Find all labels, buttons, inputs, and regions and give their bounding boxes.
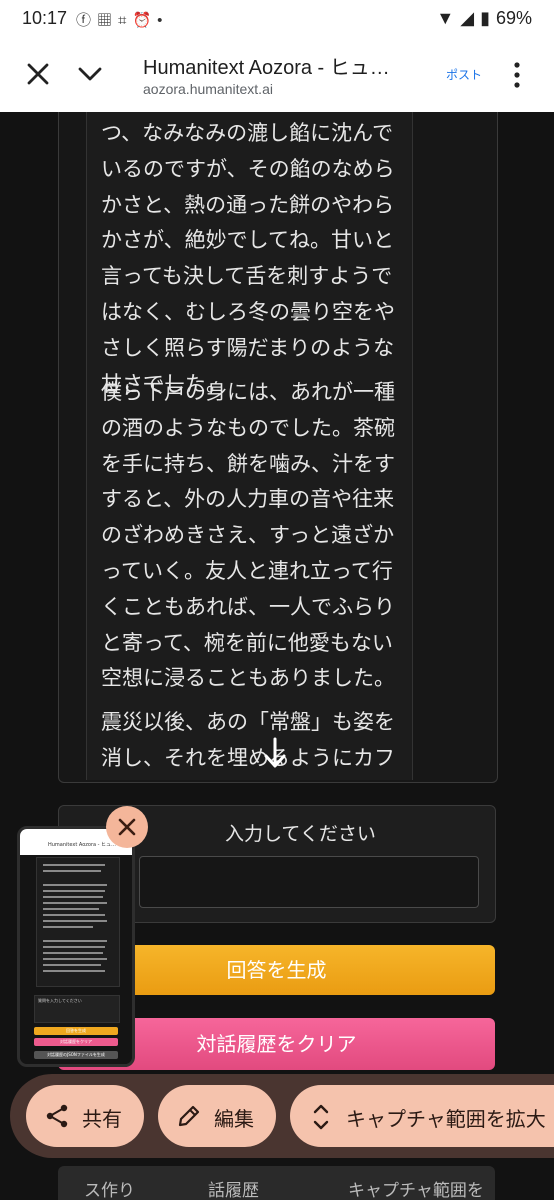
- thumb-input: 質問を入力してください: [34, 995, 120, 1023]
- screenshot-action-bar: 共有 編集 キャプチャ範囲を拡大: [10, 1074, 554, 1158]
- thumb-generate-button: 回答を生成: [34, 1027, 118, 1035]
- dot-icon: •: [157, 12, 169, 29]
- status-right: ▼ ◢ ▮ 69%: [430, 8, 532, 29]
- expand-capture-button[interactable]: キャプチャ範囲を拡大: [290, 1085, 554, 1147]
- custom-tab-toolbar: Humanitext Aozora - ヒュ… aozora.humanitex…: [0, 38, 554, 113]
- page-title: Humanitext Aozora - ヒュ…: [143, 57, 390, 79]
- next-button-peek: ス作り 話履歴 キャプチャ範囲を拡: [58, 1166, 495, 1200]
- thumb-body: 質問を入力してください 回答を生成 対話履歴をクリア 対話履歴のJSONファイル…: [20, 855, 132, 1064]
- response-paragraph: つ、なみなみの漉し餡に沈んでいるのですが、その餡のなめらかさと、熱の通った餅のや…: [101, 121, 395, 396]
- response-text-panel[interactable]: つ、なみなみの漉し餡に沈んでいるのですが、その餡のなめらかさと、熱の通った餅のや…: [86, 112, 413, 780]
- input-label: 入力してください: [225, 823, 376, 845]
- screenshot-thumbnail[interactable]: Humanitext Aozora - ヒュ… 質問を入力してください 回答を生…: [17, 826, 135, 1067]
- expand-vertical-icon: [313, 1104, 329, 1130]
- share-button[interactable]: 共有: [26, 1085, 144, 1147]
- thumb-text-card: [36, 857, 120, 987]
- battery-level: 69%: [495, 8, 532, 28]
- expand-label: キャプチャ範囲を拡大: [346, 1107, 546, 1131]
- peek-text-right: キャプチャ範囲を拡: [348, 1181, 484, 1200]
- thumb-clear-button: 対話履歴をクリア: [34, 1038, 118, 1046]
- response-paragraph: 震災以後、あの「常盤」も姿を消し、それを埋めるようにカフェが: [101, 710, 395, 770]
- peek-text-mid: 話履歴: [208, 1181, 259, 1200]
- peek-text-left: ス作り: [84, 1181, 135, 1200]
- thumb-json-button: 対話履歴のJSONファイルを生成: [34, 1051, 118, 1059]
- edit-label: 編集: [214, 1107, 254, 1131]
- close-icon[interactable]: [24, 60, 52, 88]
- response-paragraph: 僕ら下戸の身には、あれが一種の酒のようなものでした。茶碗を手に持ち、餅を噛み、汁…: [101, 380, 395, 691]
- crop-icon: ⌗: [118, 12, 133, 29]
- facebook-icon: ⓕ: [76, 12, 98, 29]
- signal-icon: ◢: [460, 8, 475, 28]
- wifi-icon: ▼: [436, 8, 455, 28]
- news-icon: ▦: [97, 12, 119, 29]
- battery-icon: ▮: [480, 8, 490, 28]
- chevron-down-icon[interactable]: [76, 60, 104, 88]
- post-link[interactable]: ポスト: [446, 66, 482, 83]
- page-url[interactable]: aozora.humanitext.ai: [143, 81, 273, 97]
- thumb-title: Humanitext Aozora - ヒュ…: [48, 842, 117, 848]
- notification-icons: ⓕ▦⌗⏰•: [76, 9, 168, 30]
- close-icon: [118, 818, 136, 836]
- question-input[interactable]: [139, 856, 479, 908]
- alarm-icon: ⏰: [132, 12, 158, 29]
- pencil-icon: [178, 1105, 200, 1127]
- dismiss-thumbnail-button[interactable]: [106, 806, 148, 848]
- status-time: 10:17: [22, 8, 68, 28]
- status-bar: 10:17 ⓕ▦⌗⏰• ▼ ◢ ▮ 69%: [0, 0, 554, 38]
- scroll-down-arrow-icon[interactable]: [263, 737, 287, 769]
- edit-button[interactable]: 編集: [158, 1085, 276, 1147]
- more-vert-icon[interactable]: [508, 60, 526, 90]
- share-icon: [46, 1104, 68, 1128]
- share-label: 共有: [82, 1107, 122, 1131]
- thumb-input-label: 質問を入力してください: [38, 998, 82, 1003]
